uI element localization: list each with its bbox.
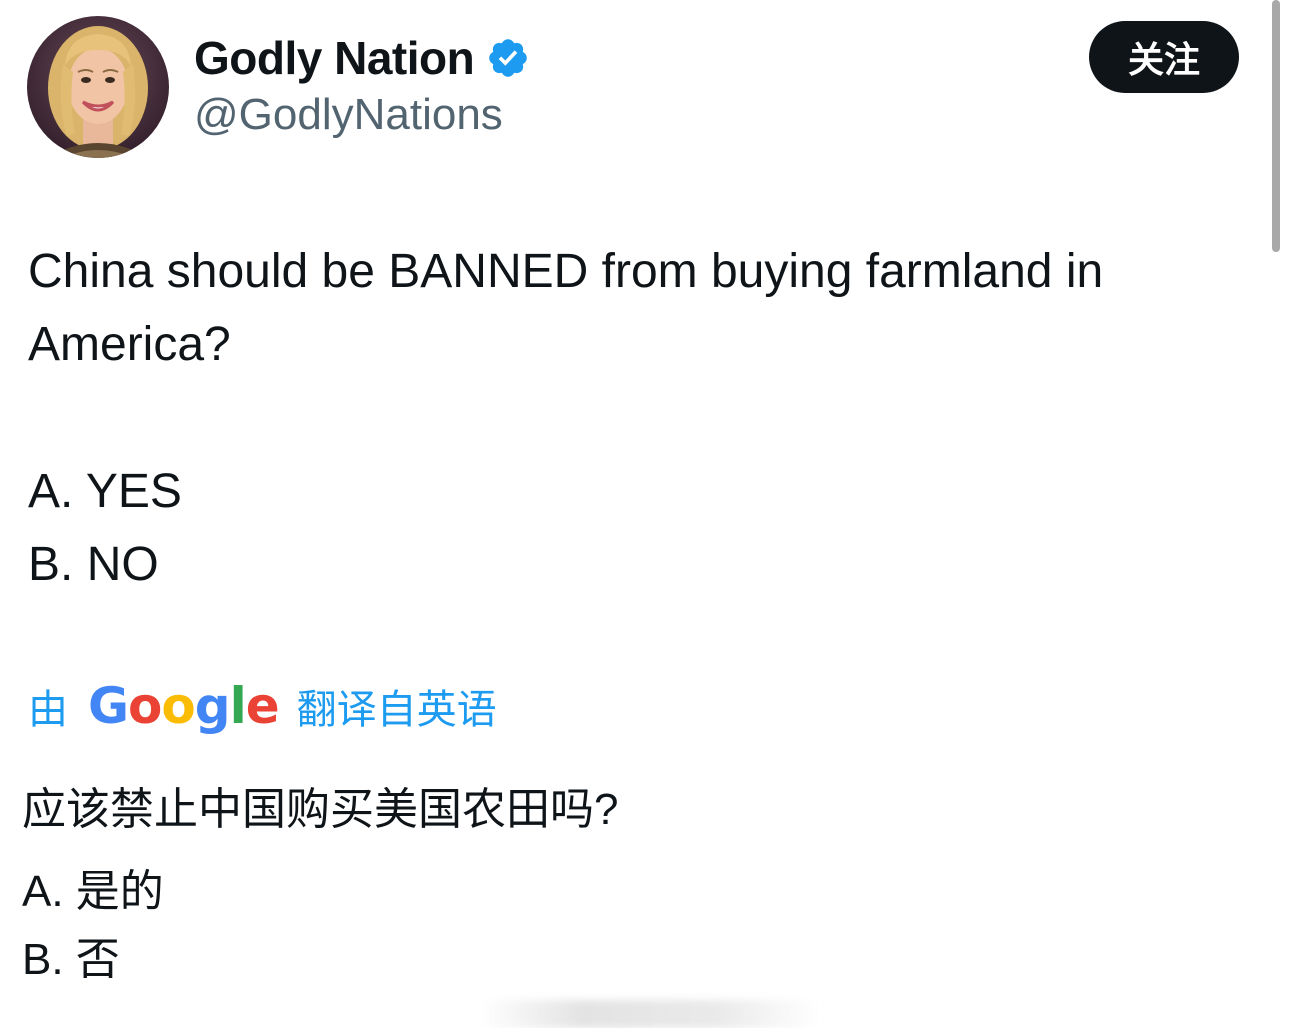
follow-button[interactable]: 关注: [1089, 21, 1239, 93]
avatar[interactable]: [27, 16, 169, 158]
tweet-text-line: America?: [28, 318, 231, 371]
bottom-watermark-blur: [480, 1000, 820, 1028]
google-logo: Google: [88, 677, 280, 735]
translation-prefix: 由: [28, 688, 68, 732]
tweet-text-line: China should be BANNED from buying farml…: [28, 245, 1104, 298]
translated-option-b: B. 否: [22, 935, 120, 984]
scrollbar[interactable]: [1272, 0, 1280, 252]
translated-text-line: 应该禁止中国购买美国农田吗?: [22, 785, 619, 834]
display-name[interactable]: Godly Nation: [194, 31, 475, 85]
avatar-image: [27, 16, 169, 158]
verified-badge-icon: [486, 36, 530, 80]
translated-option-a: A. 是的: [22, 867, 164, 916]
translation-suffix: 翻译自英语: [296, 688, 497, 732]
author-handle[interactable]: @GodlyNations: [194, 90, 503, 140]
tweet-option-a: A. YES: [28, 465, 182, 518]
tweet-option-b: B. NO: [28, 538, 159, 591]
translation-attribution[interactable]: 由 Google 翻译自英语: [28, 676, 497, 736]
author-name-row[interactable]: Godly Nation: [194, 28, 530, 88]
